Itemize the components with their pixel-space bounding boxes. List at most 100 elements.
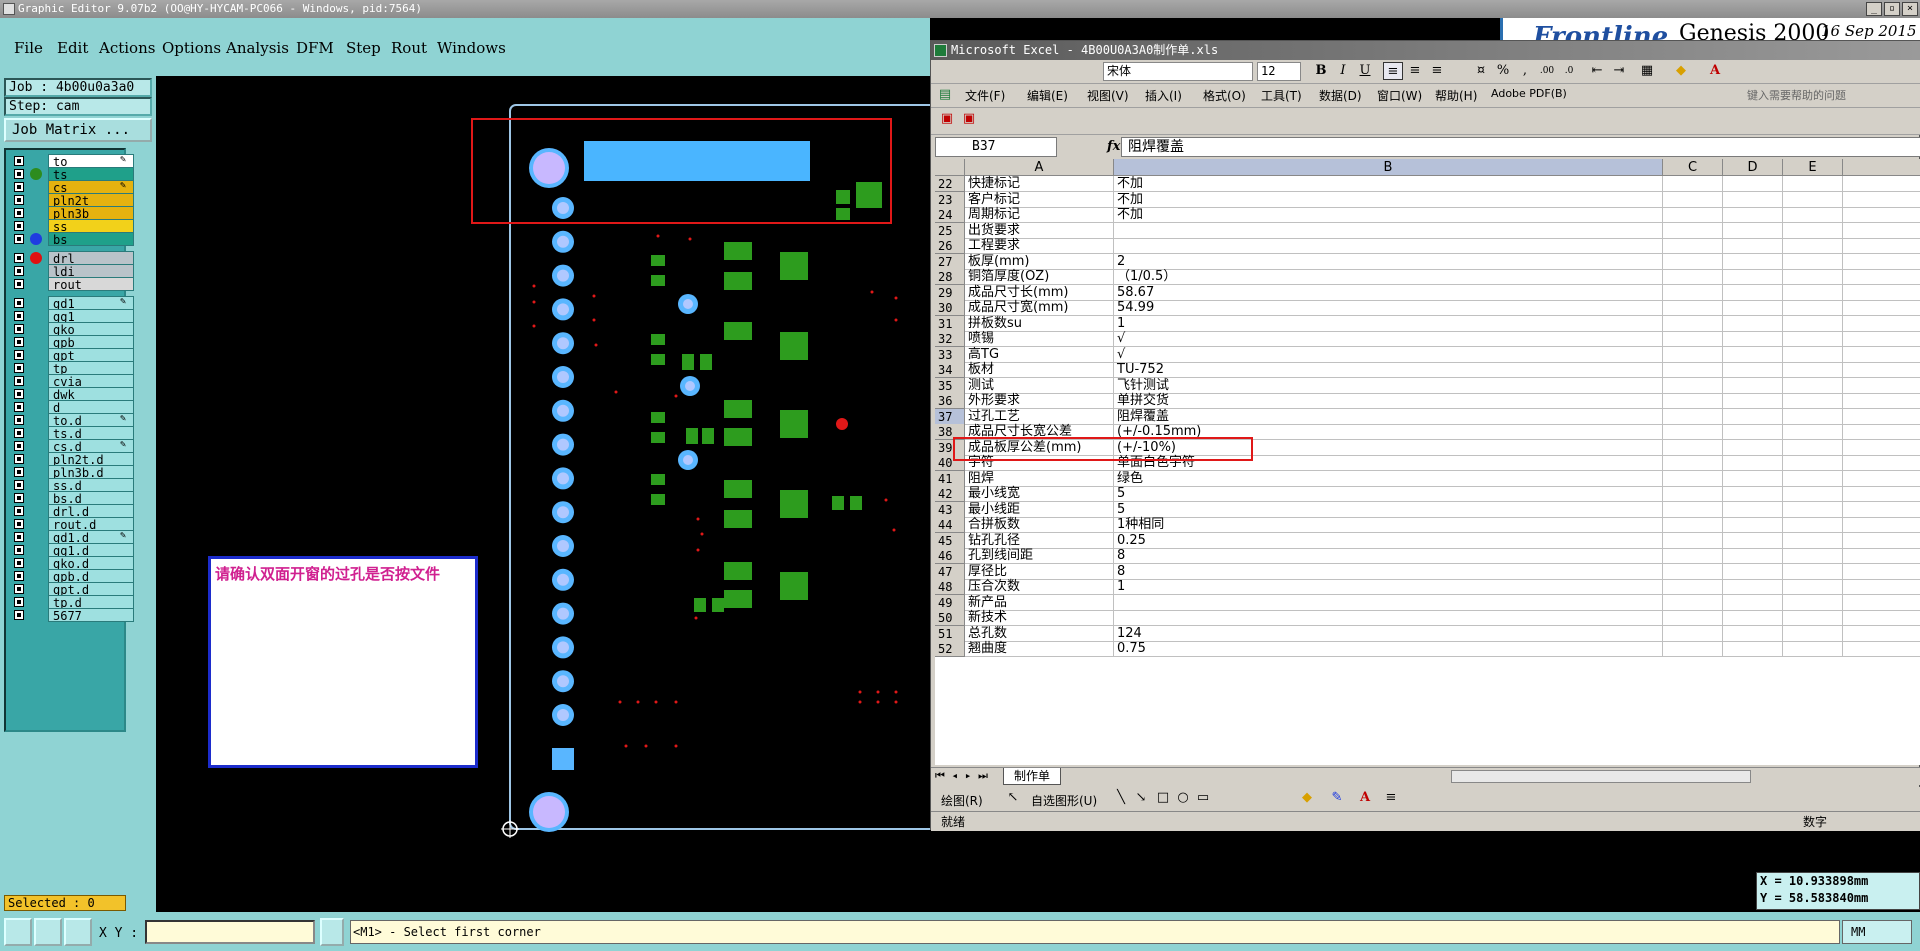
empty-cell[interactable] — [1723, 346, 1783, 363]
row-header[interactable]: 22 — [935, 176, 965, 192]
close-icon[interactable]: × — [1902, 2, 1918, 16]
empty-cell[interactable] — [1663, 191, 1723, 208]
pdf-convert-icon[interactable]: ▣ — [937, 110, 957, 128]
layer-row-drl-d[interactable]: drl.d — [12, 504, 134, 519]
row-header[interactable]: 31 — [935, 315, 965, 332]
row-header[interactable]: 26 — [935, 238, 965, 254]
layer-name[interactable]: drl — [48, 251, 134, 266]
cell-a[interactable]: 总孔数 — [965, 625, 1114, 642]
excel-menu-adobe[interactable]: Adobe PDF(B) — [1491, 87, 1567, 100]
empty-cell[interactable] — [1843, 393, 1920, 409]
empty-cell[interactable] — [1663, 532, 1723, 549]
font-name-select[interactable]: 宋体 — [1103, 62, 1253, 81]
layer-row-dwk[interactable]: dwk — [12, 387, 134, 402]
cell-b[interactable]: 1 — [1114, 579, 1663, 595]
cell-a[interactable]: 孔到线间距 — [965, 548, 1114, 564]
empty-cell[interactable] — [1843, 517, 1920, 533]
empty-cell[interactable] — [1663, 207, 1723, 223]
excel-menu-view[interactable]: 视图(V) — [1087, 87, 1129, 104]
empty-cell[interactable] — [1723, 238, 1783, 254]
layer-checkbox[interactable] — [14, 467, 24, 477]
layer-checkbox[interactable] — [14, 493, 24, 503]
layer-row-ldi[interactable]: ldi — [12, 264, 134, 279]
empty-cell[interactable] — [1723, 207, 1783, 223]
layer-name[interactable]: tp — [48, 361, 134, 376]
sheet-tab-active[interactable]: 制作单 — [1003, 768, 1061, 785]
row-header[interactable]: 46 — [935, 548, 965, 564]
layer-name[interactable]: bs.d — [48, 491, 134, 506]
decrease-decimal-icon[interactable]: .0 — [1559, 62, 1579, 80]
empty-cell[interactable] — [1783, 269, 1843, 285]
spreadsheet-grid[interactable]: A B C D E 22 快捷标记 不加 23 客户标记 不加 24 周期标记 不加 25 出货要求… — [935, 159, 1920, 765]
layer-row-gko-d[interactable]: gko.d — [12, 556, 134, 571]
empty-cell[interactable] — [1783, 393, 1843, 409]
pdf-email-icon[interactable]: ▣ — [959, 110, 979, 128]
empty-cell[interactable] — [1723, 393, 1783, 409]
cell-b[interactable]: 不加 — [1114, 207, 1663, 223]
layer-row-pln2t-d[interactable]: pln2t.d — [12, 452, 134, 467]
layer-checkbox[interactable] — [14, 195, 24, 205]
layer-row-to[interactable]: to ✎ — [12, 154, 134, 169]
empty-cell[interactable] — [1663, 238, 1723, 254]
layer-checkbox[interactable] — [14, 298, 24, 308]
outdent-icon[interactable]: ⇥ — [1609, 62, 1629, 80]
layer-checkbox[interactable] — [14, 169, 24, 179]
row-header[interactable]: 28 — [935, 269, 965, 285]
empty-cell[interactable] — [1723, 470, 1783, 487]
bold-button[interactable]: B — [1311, 62, 1331, 80]
empty-cell[interactable] — [1843, 331, 1920, 347]
layer-name[interactable]: cvia — [48, 374, 134, 389]
empty-cell[interactable] — [1723, 548, 1783, 564]
empty-cell[interactable] — [1843, 440, 1920, 456]
cell-b[interactable]: 1 — [1114, 315, 1663, 332]
empty-cell[interactable] — [1783, 548, 1843, 564]
layer-checkbox[interactable] — [14, 454, 24, 464]
empty-cell[interactable] — [1723, 284, 1783, 301]
comma-icon[interactable]: , — [1515, 62, 1535, 80]
layer-name[interactable]: gg1 — [48, 309, 134, 324]
percent-icon[interactable]: % — [1493, 62, 1513, 80]
cell-a[interactable]: 新技术 — [965, 610, 1114, 626]
empty-cell[interactable] — [1663, 501, 1723, 518]
empty-cell[interactable] — [1783, 300, 1843, 316]
layer-checkbox[interactable] — [14, 221, 24, 231]
excel-menu-insert[interactable]: 插入(I) — [1145, 87, 1182, 104]
column-header-a[interactable]: A — [965, 159, 1114, 176]
select-arrow-icon[interactable]: ↖ — [1003, 789, 1023, 807]
row-header[interactable]: 33 — [935, 346, 965, 363]
empty-cell[interactable] — [1783, 470, 1843, 487]
empty-cell[interactable] — [1663, 300, 1723, 316]
empty-cell[interactable] — [1843, 238, 1920, 254]
empty-cell[interactable] — [1843, 316, 1920, 332]
empty-cell[interactable] — [1663, 315, 1723, 332]
layer-checkbox[interactable] — [14, 571, 24, 581]
empty-cell[interactable] — [1663, 269, 1723, 285]
empty-cell[interactable] — [1663, 594, 1723, 611]
empty-cell[interactable] — [1663, 284, 1723, 301]
empty-cell[interactable] — [1723, 269, 1783, 285]
maximize-icon[interactable]: ▫ — [1884, 2, 1900, 16]
measure-tool-icon[interactable] — [34, 918, 62, 946]
row-header[interactable]: 45 — [935, 532, 965, 549]
empty-cell[interactable] — [1843, 626, 1920, 642]
row-header[interactable]: 48 — [935, 579, 965, 595]
cell-b[interactable]: 5 — [1114, 486, 1663, 502]
layer-row-ts[interactable]: ts — [12, 167, 134, 182]
layer-row-pln3b[interactable]: pln3b — [12, 206, 134, 221]
layer-checkbox[interactable] — [14, 597, 24, 607]
layer-row-gpt-d[interactable]: gpt.d — [12, 582, 134, 597]
autoshapes-menu[interactable]: 自选图形(U) — [1031, 792, 1097, 809]
menu-file[interactable]: File — [14, 39, 43, 57]
layer-row-rout-d[interactable]: rout.d — [12, 517, 134, 532]
empty-cell[interactable] — [1723, 486, 1783, 502]
empty-cell[interactable] — [1663, 377, 1723, 394]
layer-name[interactable]: ss.d — [48, 478, 134, 493]
layer-row-gg1-d[interactable]: gg1.d — [12, 543, 134, 558]
cell-b[interactable]: 5 — [1114, 501, 1663, 518]
cell-a[interactable]: 出货要求 — [965, 222, 1114, 239]
row-header[interactable]: 29 — [935, 284, 965, 301]
layer-name[interactable]: ss — [48, 219, 134, 234]
empty-cell[interactable] — [1783, 191, 1843, 208]
layer-checkbox[interactable] — [14, 584, 24, 594]
empty-cell[interactable] — [1723, 455, 1783, 471]
